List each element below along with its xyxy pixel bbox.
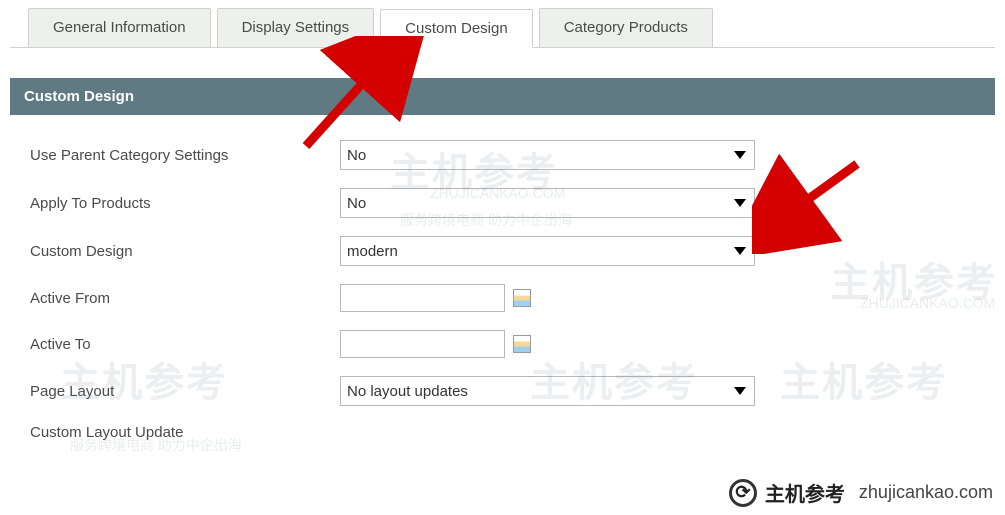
row-apply-products: Apply To Products No <box>30 179 975 227</box>
label-custom-layout-update: Custom Layout Update <box>30 424 340 441</box>
row-use-parent: Use Parent Category Settings No <box>30 131 975 179</box>
label-page-layout: Page Layout <box>30 383 340 400</box>
section-title: Custom Design <box>10 78 995 115</box>
select-custom-design[interactable]: modern <box>340 236 755 266</box>
select-page-layout[interactable]: No layout updates <box>340 376 755 406</box>
tab-category-products[interactable]: Category Products <box>539 8 713 47</box>
logo-icon: ⟳ <box>729 479 757 507</box>
row-active-to: Active To <box>30 321 975 367</box>
footer-domain: zhujicankao.com <box>859 482 993 503</box>
input-active-to[interactable] <box>340 330 505 358</box>
input-active-from[interactable] <box>340 284 505 312</box>
label-custom-design: Custom Design <box>30 243 340 260</box>
tab-bar: General Information Display Settings Cus… <box>10 0 995 48</box>
row-custom-design: Custom Design modern <box>30 227 975 275</box>
label-apply-products: Apply To Products <box>30 195 340 212</box>
tab-custom-design[interactable]: Custom Design <box>380 9 533 48</box>
select-apply-products[interactable]: No <box>340 188 755 218</box>
label-active-to: Active To <box>30 336 340 353</box>
form-custom-design: Use Parent Category Settings No Apply To… <box>10 115 995 450</box>
row-custom-layout-update: Custom Layout Update <box>30 415 975 450</box>
tab-display-settings[interactable]: Display Settings <box>217 8 375 47</box>
calendar-icon[interactable] <box>513 289 531 307</box>
label-use-parent: Use Parent Category Settings <box>30 147 340 164</box>
footer-brand: 主机参考 <box>765 478 845 507</box>
tab-general-information[interactable]: General Information <box>28 8 211 47</box>
row-page-layout: Page Layout No layout updates <box>30 367 975 415</box>
calendar-icon[interactable] <box>513 335 531 353</box>
label-active-from: Active From <box>30 290 340 307</box>
row-active-from: Active From <box>30 275 975 321</box>
footer-watermark: ⟳ 主机参考 zhujicankao.com <box>729 478 993 507</box>
select-use-parent[interactable]: No <box>340 140 755 170</box>
